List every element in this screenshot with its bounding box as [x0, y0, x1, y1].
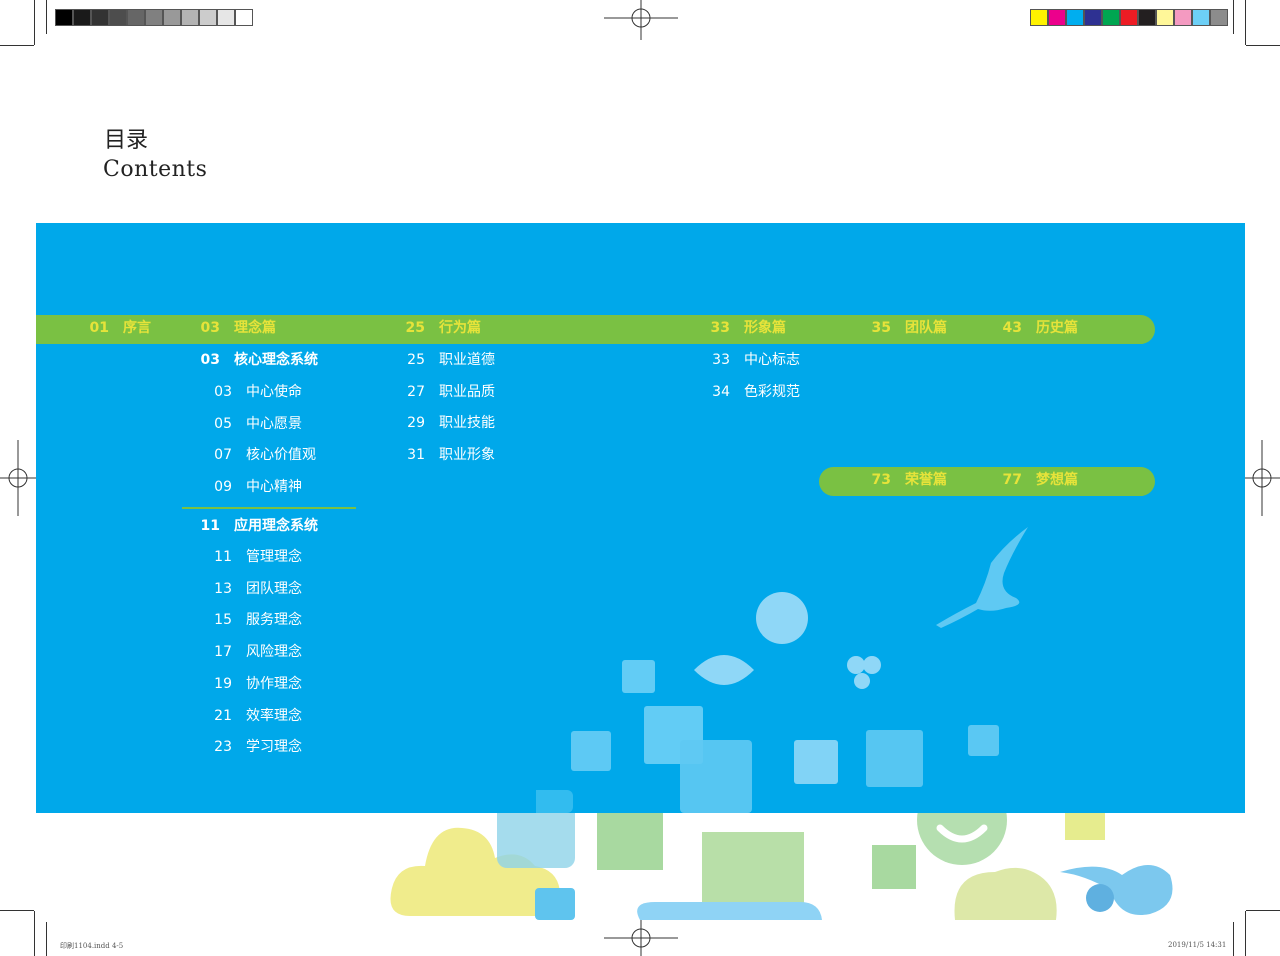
- color-swatch: [109, 9, 127, 26]
- toc-item-page[interactable]: 21: [202, 707, 232, 725]
- toc-item-page[interactable]: 31: [395, 446, 425, 464]
- toc-item-page[interactable]: 23: [202, 738, 232, 756]
- registration-mark-icon: [604, 0, 678, 40]
- toc-item-page[interactable]: 17: [202, 643, 232, 661]
- color-swatch: [163, 9, 181, 26]
- color-swatch: [199, 9, 217, 26]
- leaf-icon: [1060, 865, 1173, 915]
- toc-item-page[interactable]: 03: [202, 383, 232, 401]
- color-swatch: [145, 9, 163, 26]
- toc-item-label[interactable]: 中心标志: [744, 351, 800, 369]
- toc-item-label[interactable]: 管理理念: [246, 548, 302, 566]
- section-tab-label[interactable]: 荣誉篇: [905, 471, 947, 489]
- color-swatch: [1156, 9, 1174, 26]
- subsection-heading-label[interactable]: 应用理念系统: [234, 517, 318, 535]
- color-swatch: [1084, 9, 1102, 26]
- decorative-shapes-panel: [536, 527, 1028, 813]
- toc-item-page[interactable]: 15: [202, 611, 232, 629]
- toc-item-page[interactable]: 13: [202, 580, 232, 598]
- toc-item-page[interactable]: 27: [395, 383, 425, 401]
- color-swatch: [1138, 9, 1156, 26]
- toc-item-label[interactable]: 效率理念: [246, 707, 302, 725]
- section-tab-page[interactable]: 33: [700, 319, 730, 337]
- color-swatch: [1030, 9, 1048, 26]
- toc-item-page[interactable]: 19: [202, 675, 232, 693]
- eagle-icon: [936, 527, 1028, 628]
- color-swatch: [1066, 9, 1084, 26]
- section-tab-page[interactable]: 35: [861, 319, 891, 337]
- section-tab-label[interactable]: 形象篇: [744, 319, 786, 337]
- color-swatch: [1048, 9, 1066, 26]
- section-tab-page[interactable]: 73: [861, 471, 891, 489]
- section-tab-label[interactable]: 历史篇: [1036, 319, 1078, 337]
- registration-mark-icon: [0, 440, 36, 516]
- section-tab-label[interactable]: 理念篇: [234, 319, 276, 337]
- color-swatch: [1102, 9, 1120, 26]
- section-tab-label[interactable]: 梦想篇: [1036, 471, 1078, 489]
- section-tab-label[interactable]: 行为篇: [439, 319, 481, 337]
- file-slug: 印刷1104.indd 4-5: [60, 942, 124, 950]
- section-tab-page[interactable]: 03: [190, 319, 220, 337]
- contents-panel: 01 序言 03 理念篇 25 行为篇 33 形象篇 35 团队篇 43 历史篇 73 荣誉篇 77 梦想篇 0…: [36, 223, 1245, 813]
- toc-item-page[interactable]: 07: [202, 446, 232, 464]
- toc-item-label[interactable]: 职业品质: [439, 383, 495, 401]
- registration-mark-icon: [1244, 440, 1280, 516]
- color-swatch: [127, 9, 145, 26]
- toc-item-label[interactable]: 协作理念: [246, 675, 302, 693]
- section-tab-label[interactable]: 团队篇: [905, 319, 947, 337]
- toc-item-label[interactable]: 色彩规范: [744, 383, 800, 401]
- color-swatch: [235, 9, 253, 26]
- page-subtitle: Contents: [103, 157, 208, 182]
- color-swatch: [91, 9, 109, 26]
- toc-item-label[interactable]: 中心使命: [246, 383, 302, 401]
- section-tab-page[interactable]: 25: [395, 319, 425, 337]
- section-tab-page[interactable]: 01: [79, 319, 109, 337]
- subsection-heading-label[interactable]: 核心理念系统: [234, 351, 318, 369]
- color-swatch: [181, 9, 199, 26]
- clover-icon: [847, 656, 881, 689]
- toc-item-page[interactable]: 25: [395, 351, 425, 369]
- toc-item-page[interactable]: 33: [700, 351, 730, 369]
- color-swatch: [55, 9, 73, 26]
- subsection-heading-page[interactable]: 11: [190, 517, 220, 535]
- color-swatch: [1192, 9, 1210, 26]
- toc-item-label[interactable]: 中心精神: [246, 478, 302, 496]
- page-title: 目录: [104, 128, 149, 153]
- color-swatch: [1120, 9, 1138, 26]
- subsection-heading-page[interactable]: 03: [190, 351, 220, 369]
- section-tab-label[interactable]: 序言: [123, 319, 151, 337]
- toc-item-label[interactable]: 职业道德: [439, 351, 495, 369]
- section-divider: [182, 507, 356, 509]
- toc-item-label[interactable]: 中心愿景: [246, 415, 302, 433]
- toc-item-label[interactable]: 学习理念: [246, 738, 302, 756]
- color-swatch: [217, 9, 235, 26]
- print-timestamp: 2019/11/5 14:31: [1168, 941, 1227, 949]
- toc-item-label[interactable]: 职业技能: [439, 414, 495, 432]
- toc-item-page[interactable]: 05: [202, 415, 232, 433]
- toc-item-label[interactable]: 服务理念: [246, 611, 302, 629]
- toc-item-page[interactable]: 11: [202, 548, 232, 566]
- toc-item-label[interactable]: 职业形象: [439, 446, 495, 464]
- toc-item-label[interactable]: 团队理念: [246, 580, 302, 598]
- registration-mark-icon: [604, 918, 678, 956]
- toc-item-label[interactable]: 风险理念: [246, 643, 302, 661]
- toc-item-page[interactable]: 09: [202, 478, 232, 496]
- section-tab-page[interactable]: 43: [992, 319, 1022, 337]
- color-swatch: [1210, 9, 1228, 26]
- toc-item-label[interactable]: 核心价值观: [246, 446, 316, 464]
- section-tab-page[interactable]: 77: [992, 471, 1022, 489]
- toc-item-page[interactable]: 34: [700, 383, 730, 401]
- toc-item-page[interactable]: 29: [395, 414, 425, 432]
- color-swatch: [73, 9, 91, 26]
- color-swatch: [1174, 9, 1192, 26]
